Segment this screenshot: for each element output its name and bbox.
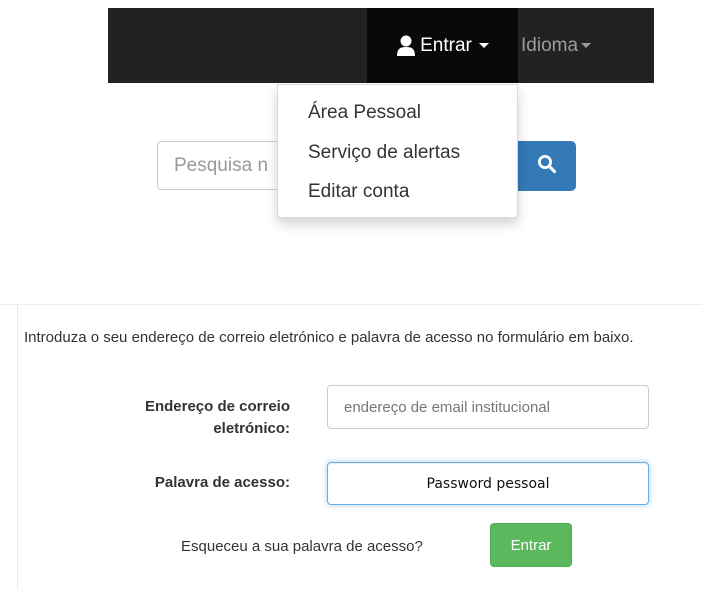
login-form-panel: Introduza o seu endereço de correio elet… xyxy=(0,304,702,590)
email-label-line2: eletrónico: xyxy=(213,420,290,437)
entrar-dropdown-menu: Área Pessoal Serviço de alertas Editar c… xyxy=(277,84,518,218)
password-field-label: Palavra de acesso: xyxy=(154,474,290,491)
top-screenshot-panel: Entrar Idioma Pesquisa n Área Pessoal Se… xyxy=(0,0,702,255)
email-label-line1: Endereço de correio xyxy=(144,398,290,415)
email-field-label: Endereço de correio eletrónico: xyxy=(90,396,290,440)
dropdown-item-servico-alertas[interactable]: Serviço de alertas xyxy=(308,142,460,164)
login-intro-text: Introduza o seu endereço de correio elet… xyxy=(24,329,634,346)
chevron-down-icon xyxy=(478,43,489,48)
email-placeholder: endereço de email institucional xyxy=(344,398,550,416)
top-navbar: Entrar Idioma xyxy=(108,8,654,83)
password-field-text: Password pessoal xyxy=(426,475,550,492)
idioma-menu-label: Idioma xyxy=(521,34,579,56)
dropdown-item-area-pessoal[interactable]: Área Pessoal xyxy=(308,102,421,124)
entrar-menu-toggle[interactable]: Entrar xyxy=(367,8,518,83)
search-input-text: Pesquisa n xyxy=(174,154,269,176)
dropdown-item-editar-conta[interactable]: Editar conta xyxy=(308,181,409,203)
password-field[interactable]: Password pessoal xyxy=(327,462,649,505)
entrar-menu-label: Entrar xyxy=(420,34,472,56)
idioma-menu-toggle[interactable]: Idioma xyxy=(521,8,592,83)
email-field[interactable]: endereço de email institucional xyxy=(327,385,649,429)
chevron-down-icon xyxy=(581,43,592,48)
forgot-password-link[interactable]: Esqueceu a sua palavra de acesso? xyxy=(181,538,423,555)
submit-button[interactable]: Entrar xyxy=(490,523,572,567)
search-button[interactable] xyxy=(518,141,576,191)
user-icon xyxy=(396,35,416,57)
search-icon xyxy=(537,154,557,179)
